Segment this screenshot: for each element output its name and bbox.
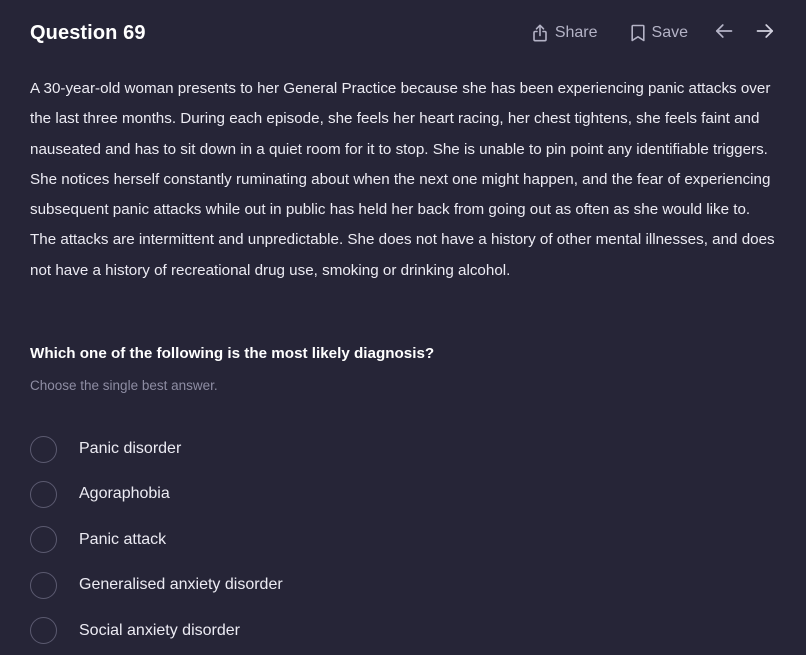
arrow-right-icon <box>756 23 774 44</box>
answer-options: Panic disorder Agoraphobia Panic attack … <box>30 432 770 655</box>
answer-option-generalised-anxiety-disorder[interactable]: Generalised anxiety disorder <box>30 568 770 602</box>
answer-option-panic-attack[interactable]: Panic attack <box>30 523 770 557</box>
answer-instruction: Choose the single best answer. <box>30 378 218 393</box>
answer-option-panic-disorder[interactable]: Panic disorder <box>30 432 770 466</box>
question-title: Question 69 <box>30 21 146 44</box>
answer-option-agoraphobia[interactable]: Agoraphobia <box>30 477 770 511</box>
save-label: Save <box>651 24 688 41</box>
question-header: Question 69 Share Save <box>30 18 776 48</box>
previous-question-button[interactable] <box>713 22 735 44</box>
toolbar: Share Save <box>532 18 776 48</box>
question-stem: A 30-year-old woman presents to her Gene… <box>30 80 775 279</box>
option-label: Agoraphobia <box>79 485 170 503</box>
option-label: Panic attack <box>79 530 167 548</box>
option-label: Panic disorder <box>79 440 182 457</box>
radio-button[interactable] <box>30 617 57 645</box>
option-label: Generalised anxiety disorder <box>79 576 283 594</box>
save-button[interactable]: Save <box>630 24 688 42</box>
bookmark-icon <box>630 24 645 42</box>
question-page: Question 69 Share Save A 30-year-old wom… <box>0 0 806 655</box>
question-prompt: Which one of the following is the most l… <box>30 345 435 362</box>
share-icon <box>532 24 548 42</box>
radio-button[interactable] <box>30 526 57 554</box>
radio-button[interactable] <box>30 435 57 463</box>
share-button[interactable]: Share <box>532 24 598 42</box>
answer-option-social-anxiety-disorder[interactable]: Social anxiety disorder <box>30 614 770 648</box>
share-label: Share <box>554 24 598 41</box>
radio-button[interactable] <box>30 480 57 508</box>
next-question-button[interactable] <box>754 22 776 44</box>
arrow-left-icon <box>715 23 733 44</box>
option-label: Social anxiety disorder <box>79 621 240 639</box>
radio-button[interactable] <box>30 571 57 599</box>
